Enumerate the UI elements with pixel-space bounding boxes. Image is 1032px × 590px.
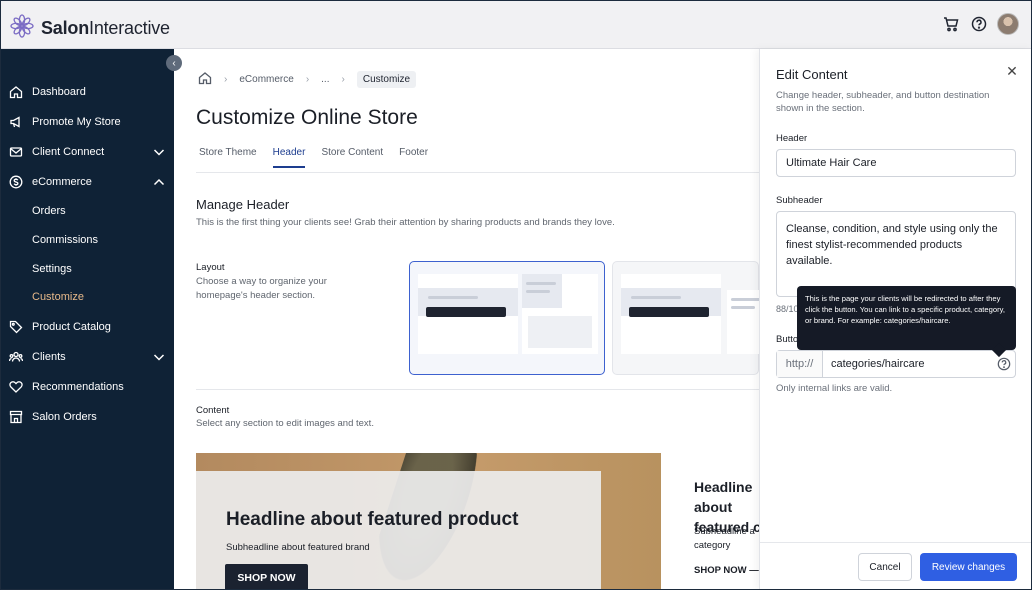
chevron-left-icon: ‹: [172, 57, 176, 69]
mail-icon: [8, 144, 24, 160]
help-tooltip: This is the page your clients will be re…: [797, 286, 1016, 350]
sidebar-item-label: Client Connect: [32, 146, 105, 158]
chevron-up-icon[interactable]: [152, 175, 166, 192]
sidebar-item-label: eCommerce: [32, 176, 92, 188]
help-icon[interactable]: [969, 14, 989, 34]
panel-footer-divider: [760, 542, 1031, 543]
layout-description: Choose a way to organize your homepage's…: [196, 276, 327, 301]
breadcrumb-ellipsis[interactable]: ...: [321, 74, 329, 85]
dollar-icon: [8, 174, 24, 190]
chevron-right-icon: ›: [341, 74, 345, 85]
flower-logo-icon: [9, 13, 35, 44]
sidebar-item-dashboard[interactable]: Dashboard: [1, 80, 174, 104]
home-icon: [8, 84, 24, 100]
app-window: SalonInteractive Dashboard Promote My St…: [0, 0, 1032, 590]
close-icon[interactable]: ✕: [1005, 64, 1019, 78]
sidebar-item-promote-my-store[interactable]: Promote My Store: [1, 110, 174, 134]
layout-label: Layout: [196, 262, 225, 273]
breadcrumb: › eCommerce › ... › Customize: [198, 71, 417, 88]
url-prefix: http://: [777, 351, 823, 377]
hero-subheadline: Subheadline about featured brand: [226, 542, 370, 553]
logo-text: SalonInteractive: [41, 18, 170, 38]
sidebar-subitem-settings[interactable]: Settings: [32, 263, 72, 275]
url-input[interactable]: categories/haircare: [823, 351, 993, 377]
layout-thumb-left: [418, 274, 518, 354]
megaphone-icon: [8, 114, 24, 130]
tab-header[interactable]: Header: [272, 147, 306, 168]
tag-icon: [8, 319, 24, 335]
sidebar-item-product-catalog[interactable]: Product Catalog: [1, 315, 174, 339]
content-description: Select any section to edit images and te…: [196, 418, 374, 429]
secondary-section-preview[interactable]: Headline about featured c Subheadline a …: [672, 453, 762, 589]
sidebar-item-label: Dashboard: [32, 86, 86, 98]
character-count: 88/10: [776, 304, 799, 314]
sidebar-item-label: Promote My Store: [32, 116, 121, 128]
main-content: › eCommerce › ... › Customize Customize …: [174, 49, 767, 589]
breadcrumb-current: Customize: [356, 71, 417, 88]
sidebar-item-label: Product Catalog: [32, 321, 111, 333]
tab-footer[interactable]: Footer: [399, 147, 428, 168]
header-input[interactable]: Ultimate Hair Care: [776, 149, 1016, 177]
tab-bar: Store Theme Header Store Content Footer: [199, 147, 428, 168]
sidebar: Dashboard Promote My Store Client Connec…: [1, 49, 174, 589]
sidebar-item-label: Salon Orders: [32, 411, 97, 423]
sidebar-item-label: Clients: [32, 351, 66, 363]
page-title: Customize Online Store: [196, 106, 418, 129]
section-subtitle: This is the first thing your clients see…: [196, 217, 615, 228]
layout-thumb-right: [522, 274, 598, 354]
secondary-subheadline: Subheadline a category: [694, 526, 755, 551]
cart-icon[interactable]: [941, 14, 961, 34]
panel-title: Edit Content: [776, 67, 848, 82]
button-destination-label: Butto: [776, 334, 799, 345]
subheader-textarea[interactable]: Cleanse, condition, and style using only…: [776, 211, 1016, 297]
home-icon[interactable]: [198, 71, 212, 88]
review-changes-button[interactable]: Review changes: [920, 553, 1017, 581]
chevron-right-icon: ›: [305, 74, 310, 85]
hero-section-preview[interactable]: Headline about featured product Subheadl…: [196, 453, 661, 589]
section-title: Manage Header: [196, 197, 290, 212]
button-url-field: http:// categories/haircare: [776, 350, 1016, 378]
logo[interactable]: SalonInteractive: [9, 13, 170, 44]
chevron-right-icon: ›: [224, 74, 228, 85]
header-label: Header: [776, 133, 808, 144]
avatar[interactable]: [997, 13, 1019, 35]
chevron-down-icon[interactable]: [152, 350, 166, 367]
breadcrumb-ecommerce[interactable]: eCommerce: [239, 74, 293, 85]
heart-icon: [8, 379, 24, 395]
layout-option-1[interactable]: [409, 261, 605, 375]
url-hint: Only internal links are valid.: [776, 383, 893, 394]
sidebar-item-salon-orders[interactable]: Salon Orders: [1, 405, 174, 429]
cancel-button[interactable]: Cancel: [858, 553, 912, 581]
section-divider: [196, 389, 759, 390]
content-label: Content: [196, 405, 230, 416]
tabs-divider: [196, 172, 759, 173]
collapse-sidebar-button[interactable]: ‹: [166, 55, 182, 71]
sidebar-subitem-orders[interactable]: Orders: [32, 205, 66, 217]
tab-store-content[interactable]: Store Content: [321, 147, 383, 168]
sidebar-subitem-commissions[interactable]: Commissions: [32, 234, 98, 246]
store-icon: [8, 409, 24, 425]
layout-thumb-left: [621, 274, 721, 354]
sidebar-subitem-customize[interactable]: Customize: [32, 291, 84, 303]
tab-store-theme[interactable]: Store Theme: [199, 147, 257, 168]
panel-subtitle: Change header, subheader, and button des…: [776, 90, 990, 114]
hero-headline: Headline about featured product: [226, 509, 519, 530]
sidebar-item-recommendations[interactable]: Recommendations: [1, 375, 174, 399]
chevron-down-icon[interactable]: [152, 145, 166, 162]
subheader-label: Subheader: [776, 195, 823, 206]
sidebar-item-label: Recommendations: [32, 381, 124, 393]
sidebar-item-ecommerce[interactable]: eCommerce: [1, 170, 174, 194]
users-icon: [8, 349, 24, 365]
secondary-shop-now-link[interactable]: SHOP NOW —: [694, 565, 759, 576]
sidebar-item-clients[interactable]: Clients: [1, 345, 174, 369]
layout-option-2[interactable]: [612, 261, 767, 375]
shop-now-button[interactable]: SHOP NOW: [225, 564, 308, 589]
sidebar-item-client-connect[interactable]: Client Connect: [1, 140, 174, 164]
top-bar: SalonInteractive: [1, 1, 1031, 49]
